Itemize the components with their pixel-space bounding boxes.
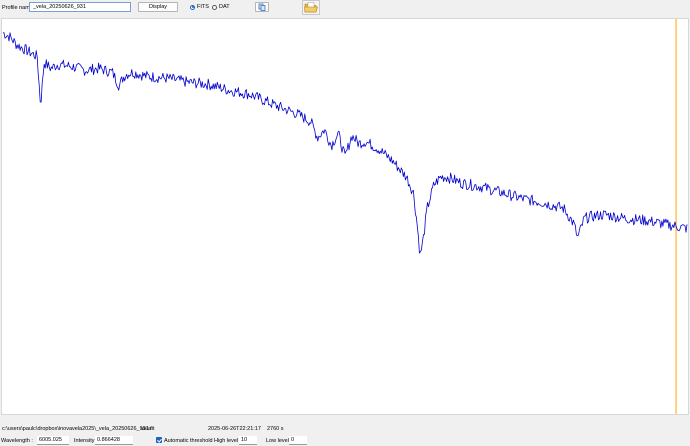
wavelength-label: Wavelength : <box>1 438 33 444</box>
automatic-threshold-label: Automatic threshold <box>164 438 213 444</box>
app-window: Profile name : Display FITS DAT <box>0 0 690 446</box>
high-level-label: High level : <box>214 438 242 444</box>
file-path: c:\users\paulc\dropbox\inovavela2025\_ve… <box>2 426 155 432</box>
dat-radio-dot[interactable] <box>212 4 217 10</box>
toolbar: Profile name : Display FITS DAT <box>0 0 690 18</box>
bottom-controls: Wavelength : 6005.025 Intensity : 0.8664… <box>0 435 690 446</box>
folder-open-icon <box>304 2 318 13</box>
exposure-time: 2760 s <box>267 426 284 432</box>
display-button[interactable]: Display <box>138 2 178 12</box>
copy-icon <box>258 3 266 11</box>
fits-radio-dot[interactable] <box>190 4 195 10</box>
copy-button[interactable] <box>255 2 269 12</box>
wavelength-value: 6005.025 <box>37 436 69 445</box>
spectrum-series-line <box>2 32 688 254</box>
low-level-input[interactable] <box>289 436 307 445</box>
high-level-input[interactable] <box>239 436 257 445</box>
object-name: vela <box>141 426 152 432</box>
intensity-label: Intensity : <box>74 438 98 444</box>
observation-datetime: 2025-06-26T22:21:17 <box>208 426 261 432</box>
automatic-threshold-checkbox[interactable] <box>156 437 162 443</box>
spectrum-plot[interactable] <box>1 18 689 415</box>
fits-radio[interactable]: FITS <box>190 3 209 11</box>
fits-radio-label: FITS <box>197 4 209 10</box>
open-folder-button[interactable] <box>302 0 320 15</box>
profile-name-input[interactable] <box>29 2 131 12</box>
dat-radio-label: DAT <box>219 4 230 10</box>
spectrum-chart <box>2 19 688 414</box>
dat-radio[interactable]: DAT <box>212 3 230 11</box>
intensity-value: 0.866428 <box>95 436 133 445</box>
file-info-row: c:\users\paulc\dropbox\inovavela2025\_ve… <box>0 425 690 434</box>
